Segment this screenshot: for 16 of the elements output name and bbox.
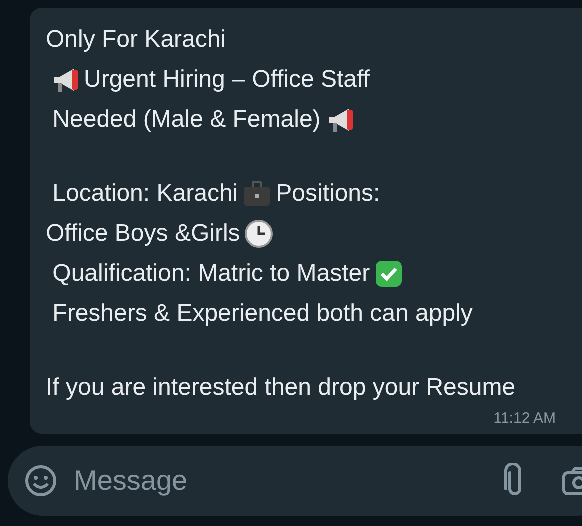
message-text: Positions: [276,179,380,209]
message-text: Only For Karachi [46,25,226,55]
message-text: Freshers & Experienced both can apply [52,299,473,329]
timestamp: 11:12 AM [492,409,557,429]
message-text: Needed (Male & Female) [52,105,321,135]
clock-icon [244,219,274,249]
message-input[interactable]: Message [72,459,488,503]
message-text: Qualification: Matric to Master [52,259,370,289]
message-field[interactable]: Message [8,446,582,516]
message-text: Urgent Hiring – Office Staff [84,65,370,95]
briefcase-icon [242,179,272,209]
check-icon [374,259,404,289]
message-text: Location: Karachi [52,179,238,209]
emoji-icon[interactable] [24,464,58,498]
message-text: Office Boys &Girls [46,219,240,249]
message-text: If you are interested then drop your Resume [46,373,516,403]
